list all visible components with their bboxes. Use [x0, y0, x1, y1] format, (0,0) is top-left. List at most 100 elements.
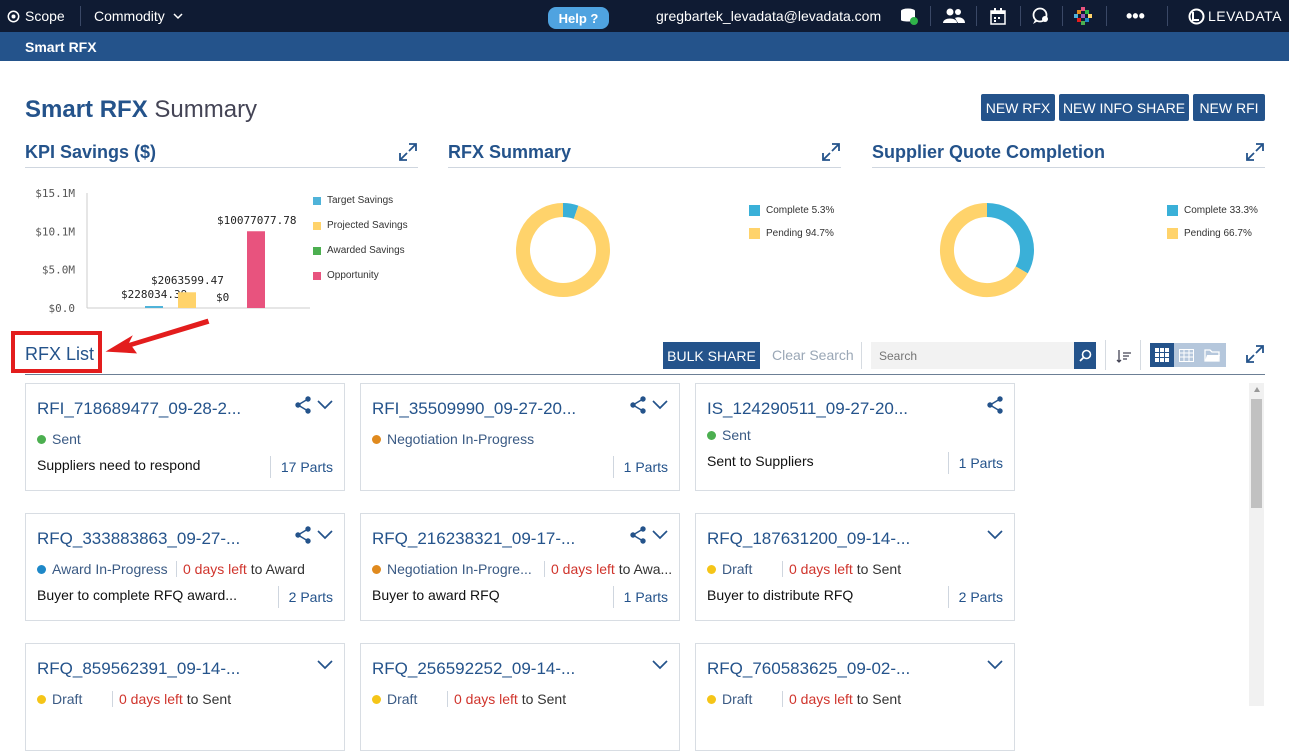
- legend-item: Awarded Savings: [313, 238, 408, 263]
- share-icon[interactable]: [294, 396, 312, 414]
- rfx-summary-legend: Complete 5.3% Pending 94.7%: [749, 199, 834, 245]
- more-icon[interactable]: •••: [1126, 0, 1145, 32]
- parts-count[interactable]: 1 Parts: [947, 452, 1003, 474]
- grid-view-button[interactable]: [1150, 343, 1174, 367]
- days-left-target: to Sent: [182, 691, 232, 707]
- scope-menu[interactable]: Scope: [7, 0, 65, 32]
- rfx-card[interactable]: RFQ_216238321_09-17-... Negotiation In-Pr…: [360, 513, 680, 621]
- donut-slice[interactable]: [562, 203, 579, 219]
- donut-slice[interactable]: [516, 203, 610, 297]
- rfx-card[interactable]: RFI_35509990_09-27-20... Negotiation In-P…: [360, 383, 680, 491]
- search-input[interactable]: [871, 342, 1074, 369]
- card-title[interactable]: IS_124290511_09-27-20...: [707, 399, 908, 419]
- scrollbar-thumb[interactable]: [1251, 399, 1262, 508]
- scrollbar-track[interactable]: [1249, 383, 1264, 706]
- days-left: 0 days left to Award: [176, 561, 305, 577]
- status-label: Draft: [52, 691, 83, 707]
- bar[interactable]: [178, 292, 196, 308]
- expand-icon[interactable]: [1245, 142, 1265, 162]
- rfx-card[interactable]: RFQ_760583625_09-02-... Draft 0 days left …: [695, 643, 1015, 751]
- chevron-down-icon[interactable]: [316, 396, 334, 414]
- card-title[interactable]: RFQ_333883863_09-27-...: [37, 529, 240, 549]
- top-navbar: Scope Commodity Help ? gregbartek_levada…: [0, 0, 1289, 32]
- share-icon[interactable]: [986, 396, 1004, 414]
- share-icon[interactable]: [629, 526, 647, 544]
- page-title-bold: Smart RFX: [25, 96, 148, 123]
- days-left-target: to Sent: [517, 691, 567, 707]
- days-left-target: to Sent: [852, 691, 902, 707]
- bulk-share-button[interactable]: BULK SHARE: [663, 342, 760, 369]
- status-dot: [707, 430, 716, 440]
- kpi-legend: Target Savings Projected Savings Awarded…: [313, 188, 408, 288]
- search-button[interactable]: [1074, 342, 1096, 369]
- database-icon[interactable]: [899, 0, 919, 32]
- bar[interactable]: [145, 306, 163, 308]
- rfx-card[interactable]: RFQ_187631200_09-14-... Draft 0 days left …: [695, 513, 1015, 621]
- table-icon: [1178, 348, 1194, 362]
- status-badge: Draft: [707, 561, 752, 577]
- supplier-quote-legend: Complete 33.3% Pending 66.7%: [1167, 199, 1258, 245]
- status-label: Draft: [722, 561, 753, 577]
- chevron-down-icon[interactable]: [316, 526, 334, 544]
- expand-list-icon[interactable]: [1245, 344, 1265, 364]
- card-title[interactable]: RFQ_859562391_09-14-...: [37, 659, 240, 679]
- rfx-card[interactable]: RFQ_256592252_09-14-... Draft 0 days left …: [360, 643, 680, 751]
- commodity-dropdown[interactable]: Commodity: [94, 0, 185, 32]
- chevron-down-icon[interactable]: [986, 526, 1004, 544]
- status-label: Draft: [387, 691, 418, 707]
- expand-icon[interactable]: [821, 142, 841, 162]
- clear-search-link[interactable]: Clear Search: [772, 347, 854, 363]
- rfx-card[interactable]: RFQ_333883863_09-27-... Award In-Progress…: [25, 513, 345, 621]
- parts-count[interactable]: 2 Parts: [277, 586, 333, 608]
- card-title[interactable]: RFQ_187631200_09-14-...: [707, 529, 910, 549]
- chat-icon[interactable]: [1032, 0, 1050, 32]
- page-title: Smart RFX Summary: [25, 96, 257, 124]
- help-button[interactable]: Help ?: [548, 7, 609, 29]
- new-rfi-button[interactable]: NEW RFI: [1193, 94, 1265, 121]
- expand-icon[interactable]: [398, 142, 418, 162]
- card-title[interactable]: RFQ_256592252_09-14-...: [372, 659, 575, 679]
- levadata-logo-icon: [1188, 8, 1205, 24]
- card-title[interactable]: RFI_35509990_09-27-20...: [372, 399, 576, 419]
- parts-count[interactable]: 17 Parts: [269, 456, 333, 478]
- supplier-quote-donut: [940, 203, 1034, 297]
- sort-icon[interactable]: [1116, 349, 1132, 363]
- apps-icon[interactable]: [1074, 0, 1092, 32]
- new-rfx-button[interactable]: NEW RFX: [981, 94, 1055, 121]
- chevron-down-icon[interactable]: [651, 656, 669, 674]
- donut-slice[interactable]: [986, 203, 1034, 274]
- status-badge: Draft: [707, 691, 752, 707]
- folder-icon: [1203, 349, 1220, 362]
- parts-count[interactable]: 2 Parts: [947, 586, 1003, 608]
- rfx-card[interactable]: RFI_718689477_09-28-2... Sent Suppliers ne…: [25, 383, 345, 491]
- calendar-icon[interactable]: [990, 0, 1006, 32]
- chevron-down-icon[interactable]: [316, 656, 334, 674]
- rfx-card[interactable]: IS_124290511_09-27-20... Sent Sent to Supp…: [695, 383, 1015, 491]
- card-title[interactable]: RFQ_760583625_09-02-...: [707, 659, 910, 679]
- status-badge: Award In-Progress: [37, 561, 168, 577]
- grid-icon: [1155, 348, 1169, 362]
- card-title[interactable]: RFI_718689477_09-28-2...: [37, 399, 241, 419]
- chevron-down-icon[interactable]: [986, 656, 1004, 674]
- rfx-summary-header: RFX Summary: [448, 142, 841, 168]
- chevron-down-icon[interactable]: [651, 526, 669, 544]
- user-email[interactable]: gregbartek_levadata@levadata.com: [656, 0, 881, 32]
- days-left-count: 0 days left: [789, 691, 853, 707]
- bar-value-label: $2063599.47: [151, 274, 224, 287]
- legend-item: Complete 5.3%: [749, 199, 834, 222]
- levadata-logo: LEVADATA: [1188, 0, 1282, 32]
- card-title[interactable]: RFQ_216238321_09-17-...: [372, 529, 575, 549]
- parts-count[interactable]: 1 Parts: [612, 586, 668, 608]
- days-left-count: 0 days left: [454, 691, 518, 707]
- chevron-down-icon[interactable]: [651, 396, 669, 414]
- new-info-share-button[interactable]: NEW INFO SHARE: [1059, 94, 1189, 121]
- rfx-card[interactable]: RFQ_859562391_09-14-... Draft 0 days left …: [25, 643, 345, 751]
- parts-count[interactable]: 1 Parts: [612, 456, 668, 478]
- folder-view-button[interactable]: [1198, 343, 1226, 367]
- table-view-button[interactable]: [1174, 343, 1198, 367]
- card-actions: [294, 526, 334, 544]
- share-icon[interactable]: [629, 396, 647, 414]
- bar[interactable]: [247, 231, 265, 308]
- users-icon[interactable]: [943, 0, 965, 32]
- share-icon[interactable]: [294, 526, 312, 544]
